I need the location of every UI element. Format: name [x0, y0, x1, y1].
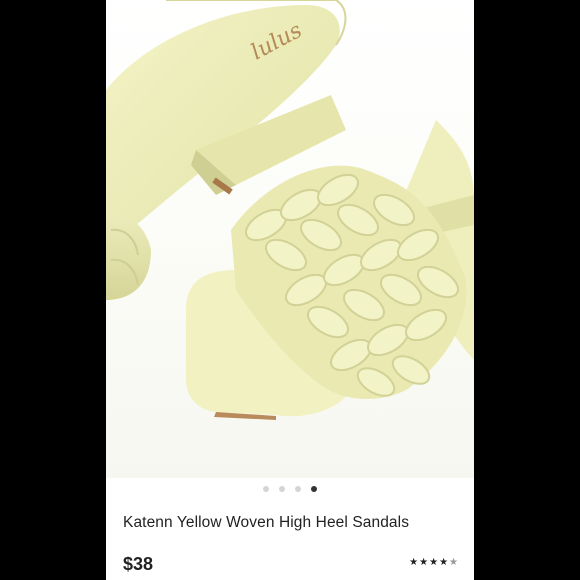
- product-price: $38: [123, 554, 154, 574]
- carousel-dot[interactable]: [279, 486, 285, 492]
- product-card[interactable]: lulus Katenn Yellow Woven High Heel Sand…: [106, 0, 474, 580]
- star-icon: ★: [429, 557, 439, 568]
- star-icon: ★: [409, 557, 419, 568]
- carousel-dot[interactable]: [295, 486, 301, 492]
- sandal-illustration: lulus: [106, 0, 474, 420]
- star-icon: ★: [439, 557, 449, 568]
- carousel-dot[interactable]: [311, 486, 317, 492]
- star-icon: ★: [449, 557, 458, 568]
- product-info: Katenn Yellow Woven High Heel Sandals $3…: [106, 478, 474, 580]
- star-icon: ★: [419, 557, 429, 568]
- product-image[interactable]: lulus: [106, 0, 474, 478]
- carousel-dot[interactable]: [263, 486, 269, 492]
- star-rating: ★ ★ ★ ★ ★: [409, 558, 458, 568]
- carousel-dots[interactable]: [106, 486, 474, 492]
- product-title[interactable]: Katenn Yellow Woven High Heel Sandals: [123, 514, 409, 532]
